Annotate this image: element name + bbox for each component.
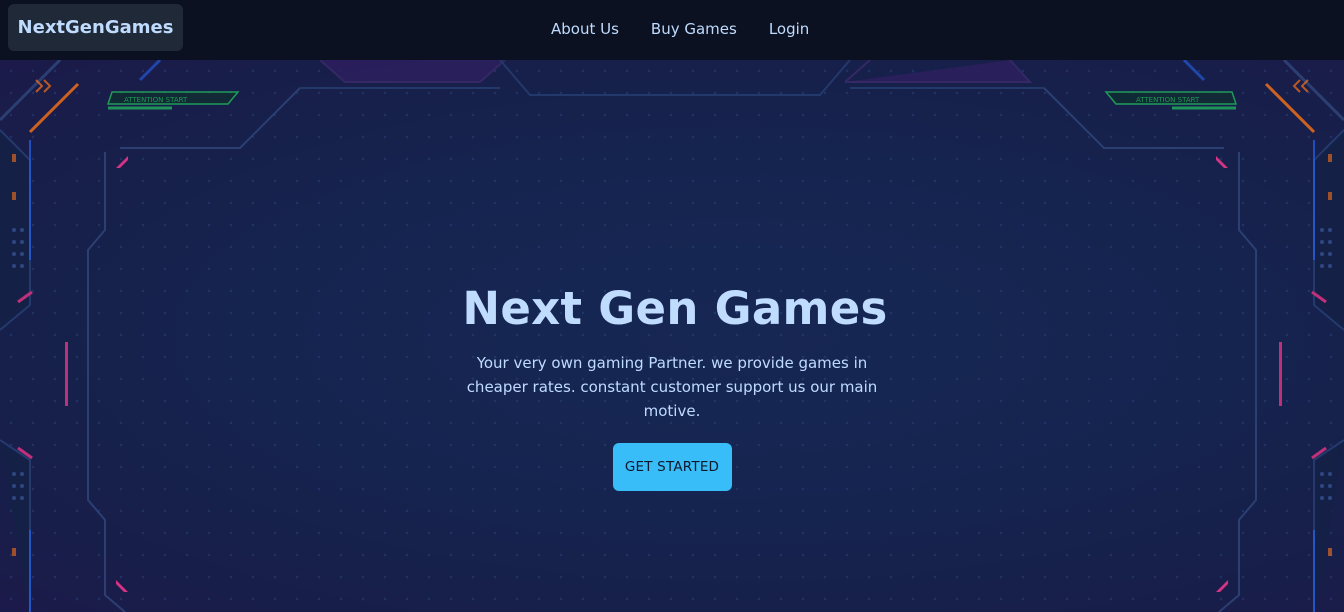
- hero-content: Next Gen Games Your very own gaming Part…: [0, 282, 1344, 491]
- navbar: NextGenGames About Us Buy Games Login: [0, 0, 1344, 60]
- nav-links: About Us Buy Games Login: [535, 0, 825, 58]
- hero-description: Your very own gaming Partner. we provide…: [466, 354, 878, 420]
- hero-title: Next Gen Games: [462, 282, 888, 335]
- hud-tag-left: ATTENTION START: [124, 96, 188, 104]
- nav-link-login[interactable]: Login: [753, 20, 825, 38]
- nav-link-about-us[interactable]: About Us: [535, 20, 635, 38]
- nav-link-buy-games[interactable]: Buy Games: [635, 20, 753, 38]
- brand-logo[interactable]: NextGenGames: [8, 4, 183, 51]
- get-started-button[interactable]: GET STARTED: [612, 443, 732, 491]
- hud-tag-right: ATTENTION START: [1136, 96, 1200, 104]
- hero-section: ATTENTION START ATTENTION START Next Gen…: [0, 60, 1344, 612]
